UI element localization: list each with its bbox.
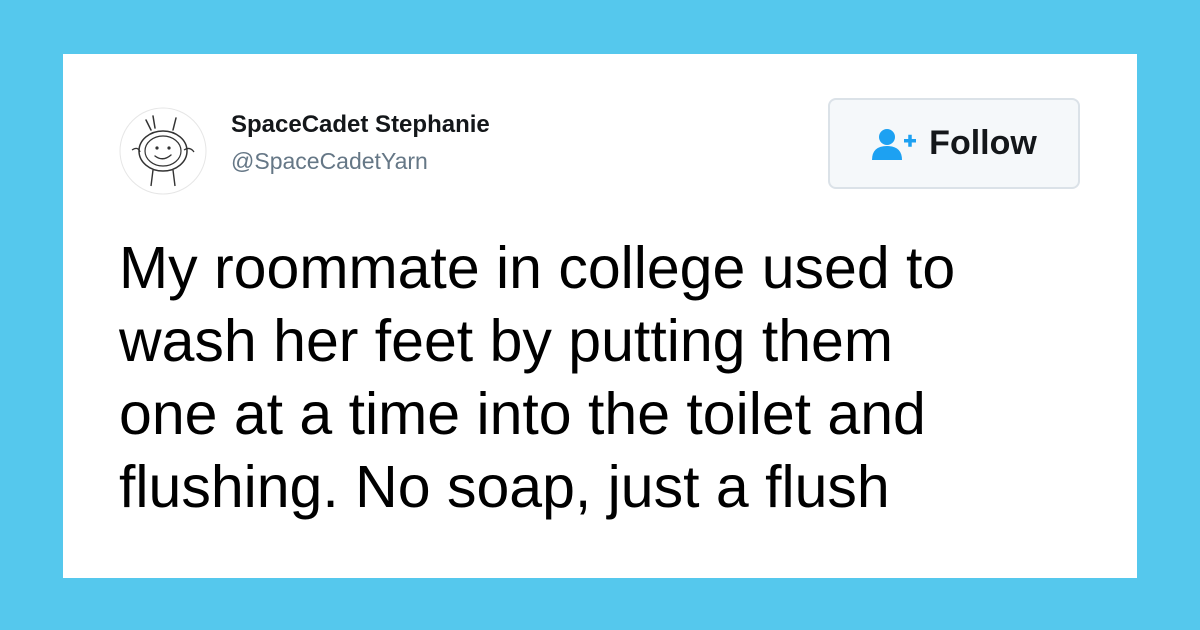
tweet-line: one at a time into the toilet and <box>119 381 926 447</box>
add-user-icon <box>872 128 917 160</box>
avatar[interactable] <box>118 106 208 196</box>
tweet-line: flushing. No soap, just a flush <box>119 454 890 520</box>
follow-label: Follow <box>929 124 1037 162</box>
smiley-sketch-icon <box>119 107 207 195</box>
tweet-card: SpaceCadet Stephanie @SpaceCadetYarn Fol… <box>63 54 1137 578</box>
user-handle[interactable]: @SpaceCadetYarn <box>231 148 428 175</box>
follow-button[interactable]: Follow <box>828 98 1080 189</box>
tweet-text: My roommate in college used to wash her … <box>119 232 1109 524</box>
tweet-line: My roommate in college used to <box>119 235 956 301</box>
display-name[interactable]: SpaceCadet Stephanie <box>231 111 490 139</box>
tweet-line: wash her feet by putting them <box>119 308 894 374</box>
